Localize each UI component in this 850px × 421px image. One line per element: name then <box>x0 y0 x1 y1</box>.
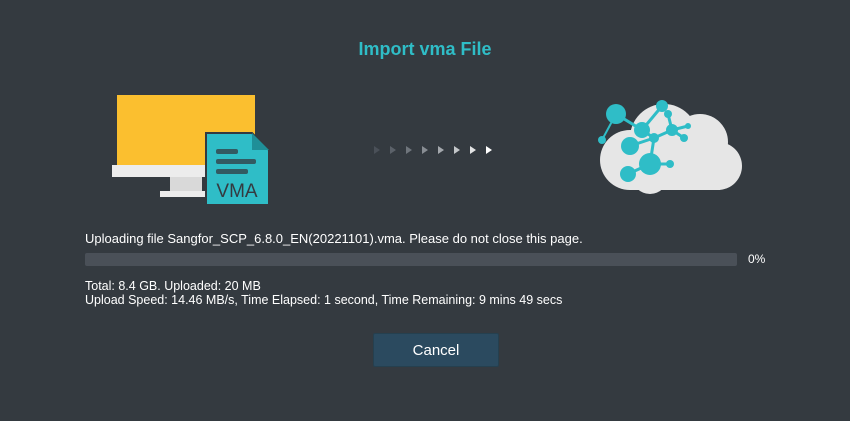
upload-status-text: Uploading file Sangfor_SCP_6.8.0_EN(2022… <box>85 231 583 246</box>
computer-with-vma-file-icon: VMA <box>112 95 270 206</box>
upload-speed-info: Upload Speed: 14.46 MB/s, Time Elapsed: … <box>85 293 563 307</box>
cloud-network-icon <box>598 100 742 194</box>
upload-progress-bar <box>85 253 737 266</box>
transfer-arrows-icon <box>374 146 492 154</box>
vma-file-badge: VMA <box>216 181 258 202</box>
upload-progress-percent: 0% <box>748 252 766 266</box>
upload-total-info: Total: 8.4 GB. Uploaded: 20 MB <box>85 279 261 293</box>
cancel-button[interactable]: Cancel <box>373 333 499 367</box>
dialog-title: Import vma File <box>358 39 492 59</box>
